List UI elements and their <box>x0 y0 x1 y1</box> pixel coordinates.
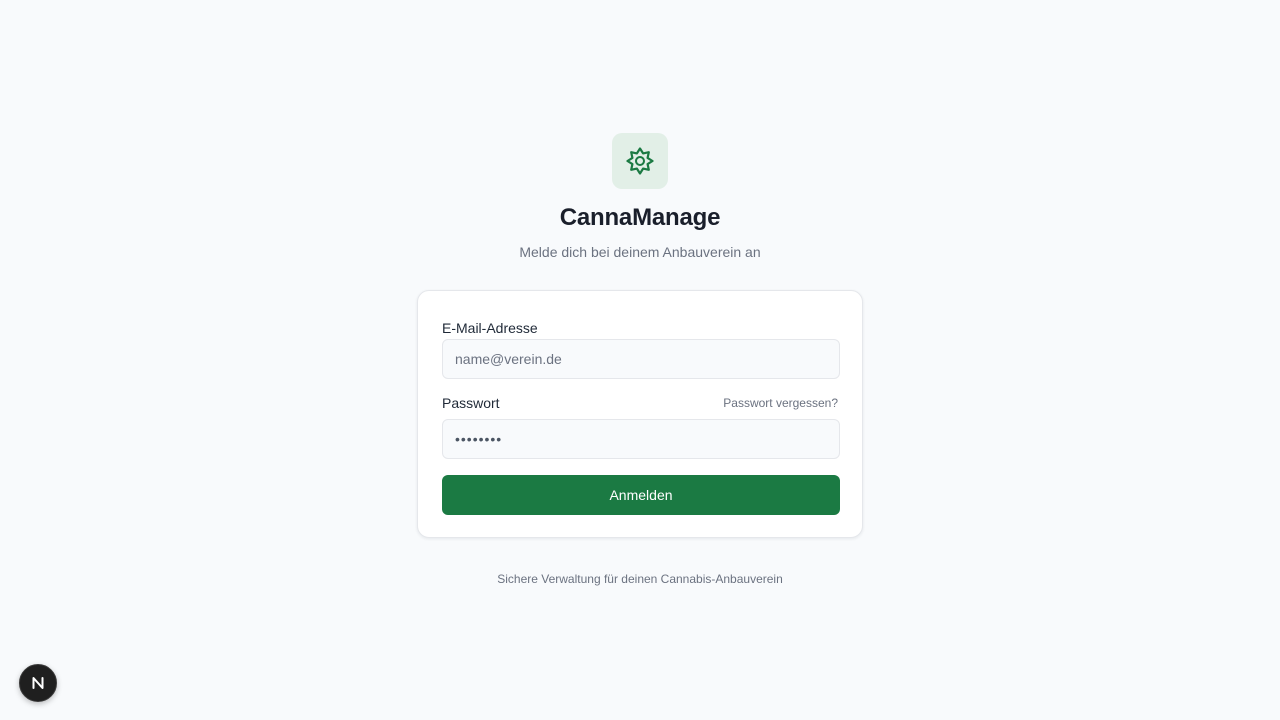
footer-note: Sichere Verwaltung für deinen Cannabis-A… <box>497 572 783 586</box>
email-input[interactable] <box>442 339 840 379</box>
logo-tile <box>612 133 668 189</box>
password-label: Passwort <box>442 395 500 411</box>
login-page: CannaManage Melde dich bei deinem Anbauv… <box>0 0 1280 720</box>
forgot-password-link[interactable]: Passwort vergessen? <box>723 394 838 412</box>
app-title: CannaManage <box>559 204 721 231</box>
email-label: E-Mail-Adresse <box>442 320 538 336</box>
login-button[interactable]: Anmelden <box>442 475 840 515</box>
dev-indicator-button[interactable] <box>19 664 57 702</box>
nextjs-n-icon <box>32 677 44 689</box>
login-card: E-Mail-Adresse Passwort Passwort vergess… <box>417 290 863 538</box>
brand-header: CannaManage Melde dich bei deinem Anbauv… <box>0 133 1280 262</box>
login-subtitle: Melde dich bei deinem Anbauverein an <box>519 244 761 260</box>
cannabis-leaf-icon <box>626 147 654 175</box>
password-input[interactable] <box>442 419 840 459</box>
